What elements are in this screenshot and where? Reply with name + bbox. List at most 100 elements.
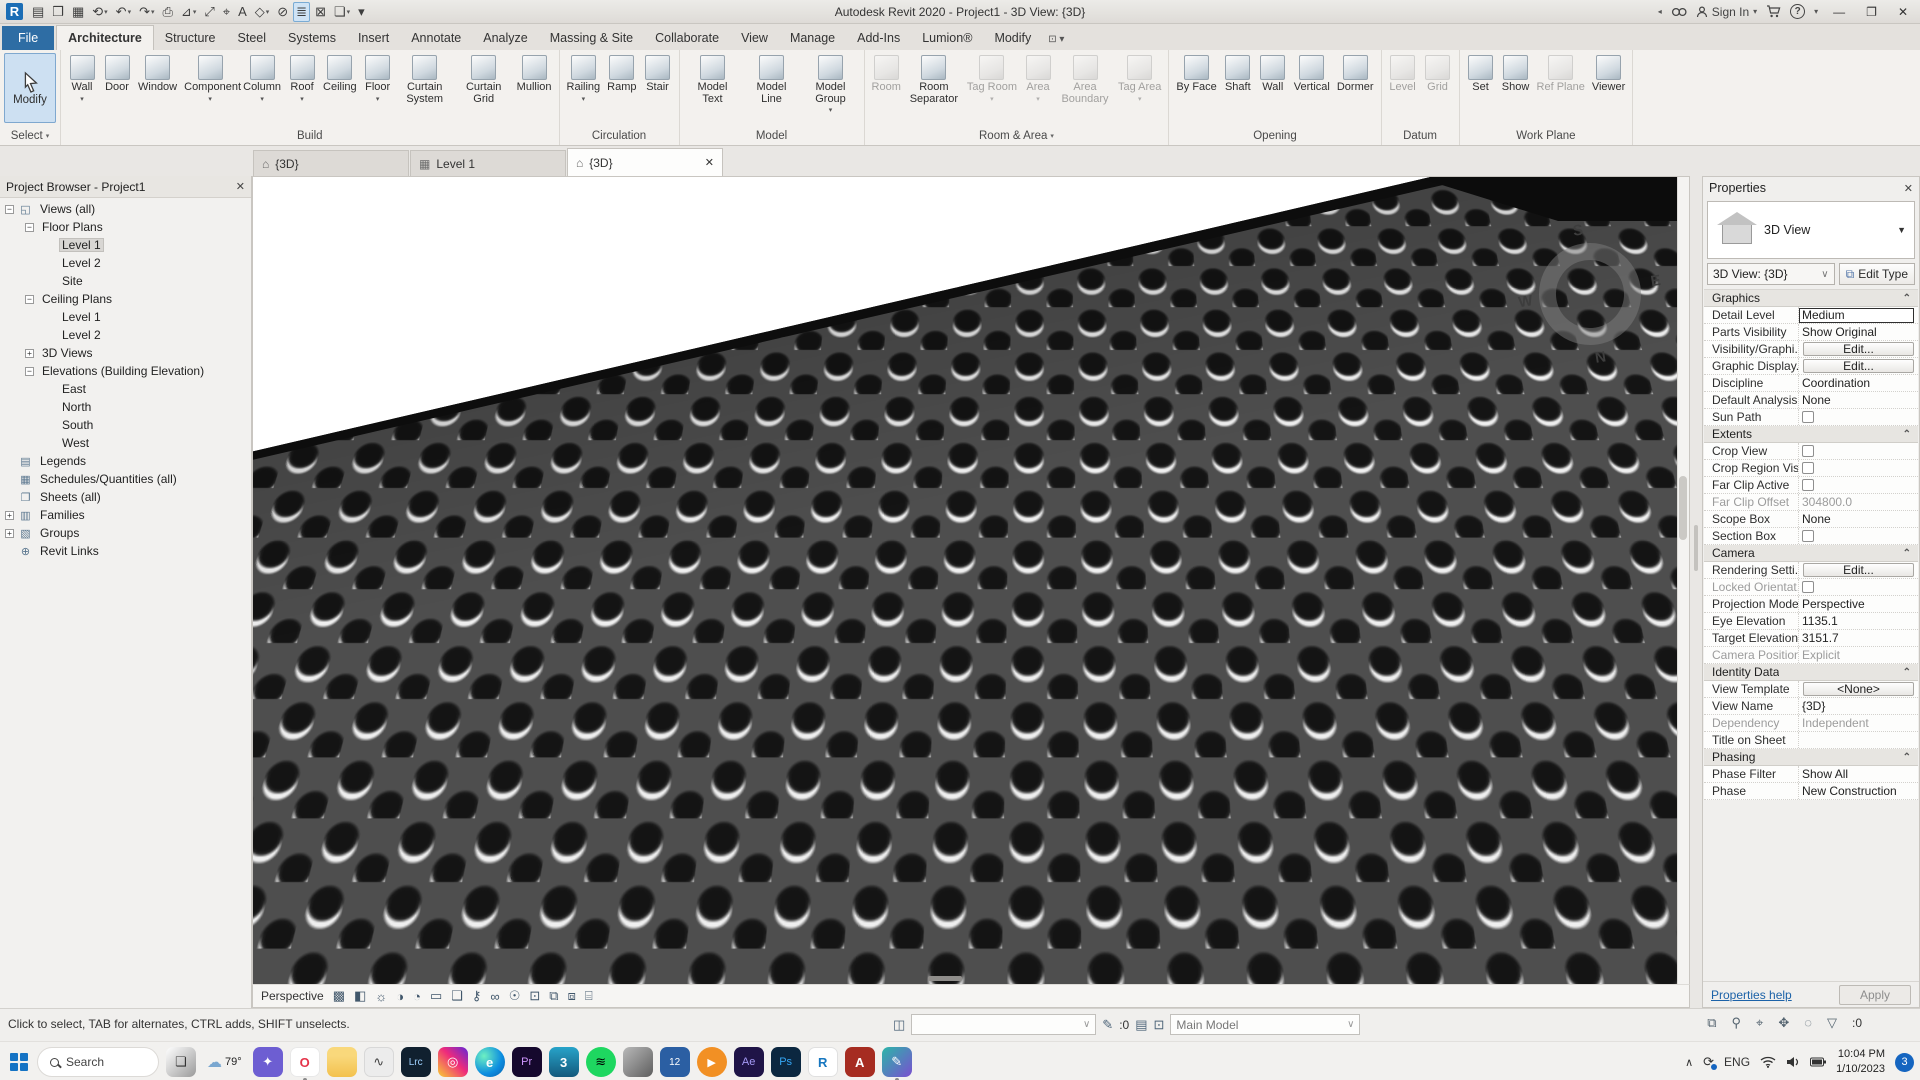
- ribbon-tab[interactable]: Systems: [277, 26, 347, 50]
- ribbon-button[interactable]: Column ▾: [240, 53, 284, 123]
- tree-item[interactable]: Site: [0, 272, 251, 290]
- tree-expander-icon[interactable]: +: [5, 528, 14, 538]
- property-row[interactable]: Extents: [1704, 426, 1918, 443]
- ribbon-tab[interactable]: Annotate: [400, 26, 472, 50]
- property-row[interactable]: Graphics: [1704, 290, 1918, 307]
- property-row[interactable]: Detail Level Medium: [1704, 307, 1918, 324]
- ribbon-tab[interactable]: Massing & Site: [539, 26, 644, 50]
- tree-item[interactable]: Level 2: [0, 326, 251, 344]
- sign-in-dropdown-icon[interactable]: ▾: [1753, 7, 1757, 16]
- save-icon[interactable]: ▦: [69, 2, 87, 22]
- property-row[interactable]: Far Clip Offset 304800.0: [1704, 494, 1918, 511]
- horizontal-scrollbar-thumb[interactable]: [927, 976, 962, 981]
- help-dropdown-icon[interactable]: ▾: [1814, 7, 1818, 16]
- revit-app-menu-icon[interactable]: R: [6, 3, 23, 20]
- property-row[interactable]: Camera: [1704, 545, 1918, 562]
- battery-icon[interactable]: [1810, 1057, 1827, 1067]
- store-cart-icon[interactable]: [1766, 5, 1781, 18]
- print-icon[interactable]: ⎙: [160, 2, 176, 22]
- tree-item[interactable]: ⊕ Revit Links: [0, 542, 251, 560]
- file-properties-icon[interactable]: ▤: [29, 2, 47, 22]
- modify-button[interactable]: Modify: [4, 53, 56, 123]
- switch-windows-icon[interactable]: ❏ ▾: [331, 2, 353, 22]
- close-icon[interactable]: ✕: [1904, 182, 1913, 195]
- show-crop-region-icon[interactable]: ❑: [451, 988, 463, 1004]
- property-row[interactable]: Section Box: [1704, 528, 1918, 545]
- media-app-icon[interactable]: ∿: [363, 1047, 394, 1077]
- redo-icon[interactable]: ↷ ▾: [136, 2, 157, 22]
- ribbon-button[interactable]: Railing ▾: [564, 53, 604, 123]
- wifi-icon[interactable]: [1760, 1056, 1776, 1068]
- displaced-elements-icon[interactable]: ⧈: [568, 988, 576, 1004]
- property-row[interactable]: Identity Data: [1704, 664, 1918, 681]
- property-row[interactable]: Target Elevation 3151.7: [1704, 630, 1918, 647]
- property-row[interactable]: Sun Path: [1704, 409, 1918, 426]
- autocad-icon[interactable]: A: [844, 1047, 875, 1077]
- tree-item[interactable]: Level 2: [0, 254, 251, 272]
- chat-app-icon[interactable]: ✦: [252, 1047, 283, 1077]
- ribbon-button[interactable]: Stair: [641, 53, 675, 123]
- worksharing-display-icon[interactable]: ⧉: [549, 988, 558, 1004]
- open-icon[interactable]: ❒: [49, 2, 67, 22]
- property-row[interactable]: Discipline Coordination: [1704, 375, 1918, 392]
- ribbon-button[interactable]: Area ▾: [1021, 53, 1055, 123]
- vertical-scrollbar[interactable]: [1677, 177, 1689, 984]
- tree-item[interactable]: ▦ Schedules/Quantities (all): [0, 470, 251, 488]
- undo-icon[interactable]: ↶ ▾: [113, 2, 134, 22]
- ribbon-tab[interactable]: Structure: [154, 26, 227, 50]
- restore-button[interactable]: ❐: [1860, 5, 1883, 19]
- sign-in-button[interactable]: Sign In ▾: [1696, 5, 1757, 19]
- workset-dropdown[interactable]: ∨: [911, 1014, 1097, 1035]
- notification-badge[interactable]: 3: [1895, 1052, 1914, 1072]
- tree-item[interactable]: North: [0, 398, 251, 416]
- spotify-icon[interactable]: ≋: [585, 1047, 616, 1077]
- property-row[interactable]: View Name {3D}: [1704, 698, 1918, 715]
- crop-view-icon[interactable]: ▭: [430, 988, 442, 1004]
- tree-expander-icon[interactable]: −: [5, 204, 14, 214]
- ribbon-button[interactable]: Model Text: [684, 53, 742, 123]
- property-row[interactable]: Locked Orientat...: [1704, 579, 1918, 596]
- ribbon-button[interactable]: Room Separator: [905, 53, 963, 123]
- property-row[interactable]: Crop Region Vis...: [1704, 460, 1918, 477]
- ribbon-button[interactable]: Area Boundary: [1056, 53, 1114, 123]
- select-links-icon[interactable]: ⧉: [1707, 1015, 1716, 1031]
- type-selector[interactable]: 3D View ▼: [1707, 201, 1915, 259]
- close-hidden-windows-icon[interactable]: ⊠: [312, 2, 329, 22]
- select-pinned-icon[interactable]: ⌖: [1756, 1015, 1763, 1031]
- tree-item[interactable]: West: [0, 434, 251, 452]
- aligned-dimension-icon[interactable]: ⤢: [201, 2, 217, 22]
- property-row[interactable]: Title on Sheet: [1704, 732, 1918, 749]
- ribbon-tab[interactable]: View: [730, 26, 779, 50]
- tree-item[interactable]: ▤ Legends: [0, 452, 251, 470]
- ribbon-button[interactable]: Component ▾: [181, 53, 241, 123]
- section-icon[interactable]: ⊘: [274, 2, 291, 22]
- view-tab[interactable]: ▦ Level 1: [410, 150, 566, 176]
- property-row[interactable]: Crop View: [1704, 443, 1918, 460]
- property-row[interactable]: Camera Position Explicit: [1704, 647, 1918, 664]
- clock[interactable]: 10:04 PM 1/10/2023: [1836, 1047, 1885, 1077]
- fm-app-icon[interactable]: [622, 1047, 653, 1077]
- tree-item[interactable]: East: [0, 380, 251, 398]
- design-options-icon[interactable]: ▤: [1135, 1017, 1147, 1033]
- task-view-icon[interactable]: ❏: [166, 1047, 196, 1077]
- ribbon-button[interactable]: Viewer: [1589, 53, 1628, 123]
- customize-qat-icon[interactable]: ▾: [355, 2, 368, 22]
- painter-app-icon[interactable]: ✎: [881, 1047, 912, 1080]
- ribbon-button[interactable]: Ceiling: [320, 53, 360, 123]
- opera-icon[interactable]: O: [289, 1047, 320, 1080]
- view-tab[interactable]: ⌂ {3D}: [253, 150, 409, 176]
- tree-item[interactable]: − Floor Plans: [0, 218, 251, 236]
- player-app-icon[interactable]: ▶: [696, 1047, 727, 1077]
- 3dsmax-icon[interactable]: 3: [548, 1047, 579, 1077]
- ribbon-button[interactable]: Door: [100, 53, 134, 123]
- ribbon-tab[interactable]: File: [2, 26, 55, 50]
- revit-icon[interactable]: R: [807, 1047, 838, 1077]
- property-row[interactable]: Graphic Display... Edit...: [1704, 358, 1918, 375]
- tree-expander-icon[interactable]: +: [25, 348, 34, 358]
- close-icon[interactable]: ✕: [705, 156, 714, 169]
- design-option-dropdown[interactable]: Main Model ∨: [1170, 1014, 1361, 1035]
- ribbon-button[interactable]: By Face: [1173, 53, 1219, 123]
- taskbar-search[interactable]: Search: [37, 1047, 159, 1077]
- ribbon-tab[interactable]: Modify: [983, 26, 1042, 50]
- thin-lines-icon[interactable]: ≣: [293, 1, 311, 22]
